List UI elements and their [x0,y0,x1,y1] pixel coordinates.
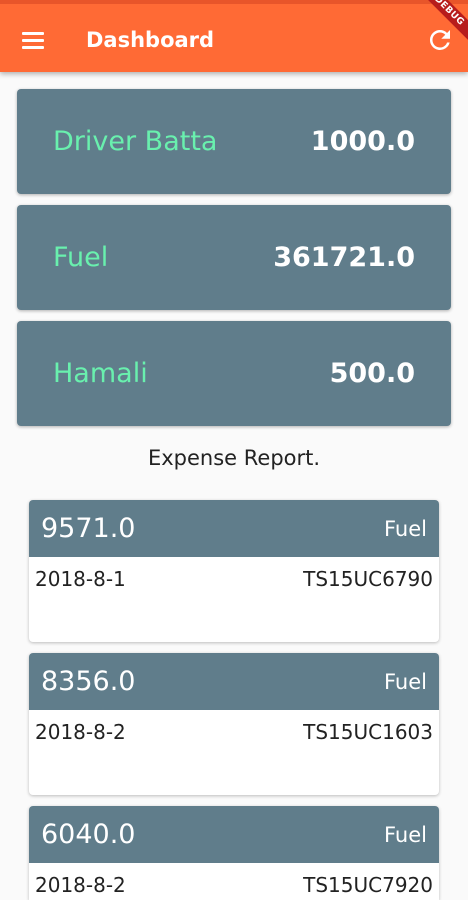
expense-card-header: 8356.0 Fuel [29,653,439,710]
expense-type: Fuel [384,823,427,847]
summary-value: 361721.0 [273,242,415,273]
expense-card[interactable]: 8356.0 Fuel 2018-8-2 TS15UC1603 [29,653,439,795]
expense-card[interactable]: 6040.0 Fuel 2018-8-2 TS15UC7920 [29,806,439,900]
expense-card[interactable]: 9571.0 Fuel 2018-8-1 TS15UC6790 [29,500,439,642]
summary-card-driver-batta[interactable]: Driver Batta 1000.0 [17,89,451,194]
summary-card-fuel[interactable]: Fuel 361721.0 [17,205,451,310]
expense-card-header: 9571.0 Fuel [29,500,439,557]
refresh-icon[interactable] [425,25,455,55]
expense-date: 2018-8-1 [35,567,126,591]
summary-value: 1000.0 [310,126,415,157]
expense-report-heading: Expense Report. [147,446,321,470]
expense-amount: 9571.0 [41,513,136,544]
expense-date: 2018-8-2 [35,873,126,897]
page-title: Dashboard [86,28,215,52]
summary-label: Fuel [53,242,109,273]
hamburger-menu-icon[interactable] [18,26,50,54]
expense-vehicle: TS15UC7920 [303,873,433,897]
summary-label: Driver Batta [53,126,218,157]
status-bar-strip [0,0,468,4]
summary-label: Hamali [53,358,148,389]
expense-vehicle: TS15UC1603 [303,720,433,744]
expense-type: Fuel [384,670,427,694]
summary-card-hamali[interactable]: Hamali 500.0 [17,321,451,426]
app-bar: Dashboard DEBUG [0,0,468,72]
summary-value: 500.0 [329,358,415,389]
expense-date: 2018-8-2 [35,720,126,744]
expense-amount: 6040.0 [41,819,136,850]
expense-amount: 8356.0 [41,666,136,697]
expense-type: Fuel [384,517,427,541]
expense-card-header: 6040.0 Fuel [29,806,439,863]
expense-vehicle: TS15UC6790 [303,567,433,591]
